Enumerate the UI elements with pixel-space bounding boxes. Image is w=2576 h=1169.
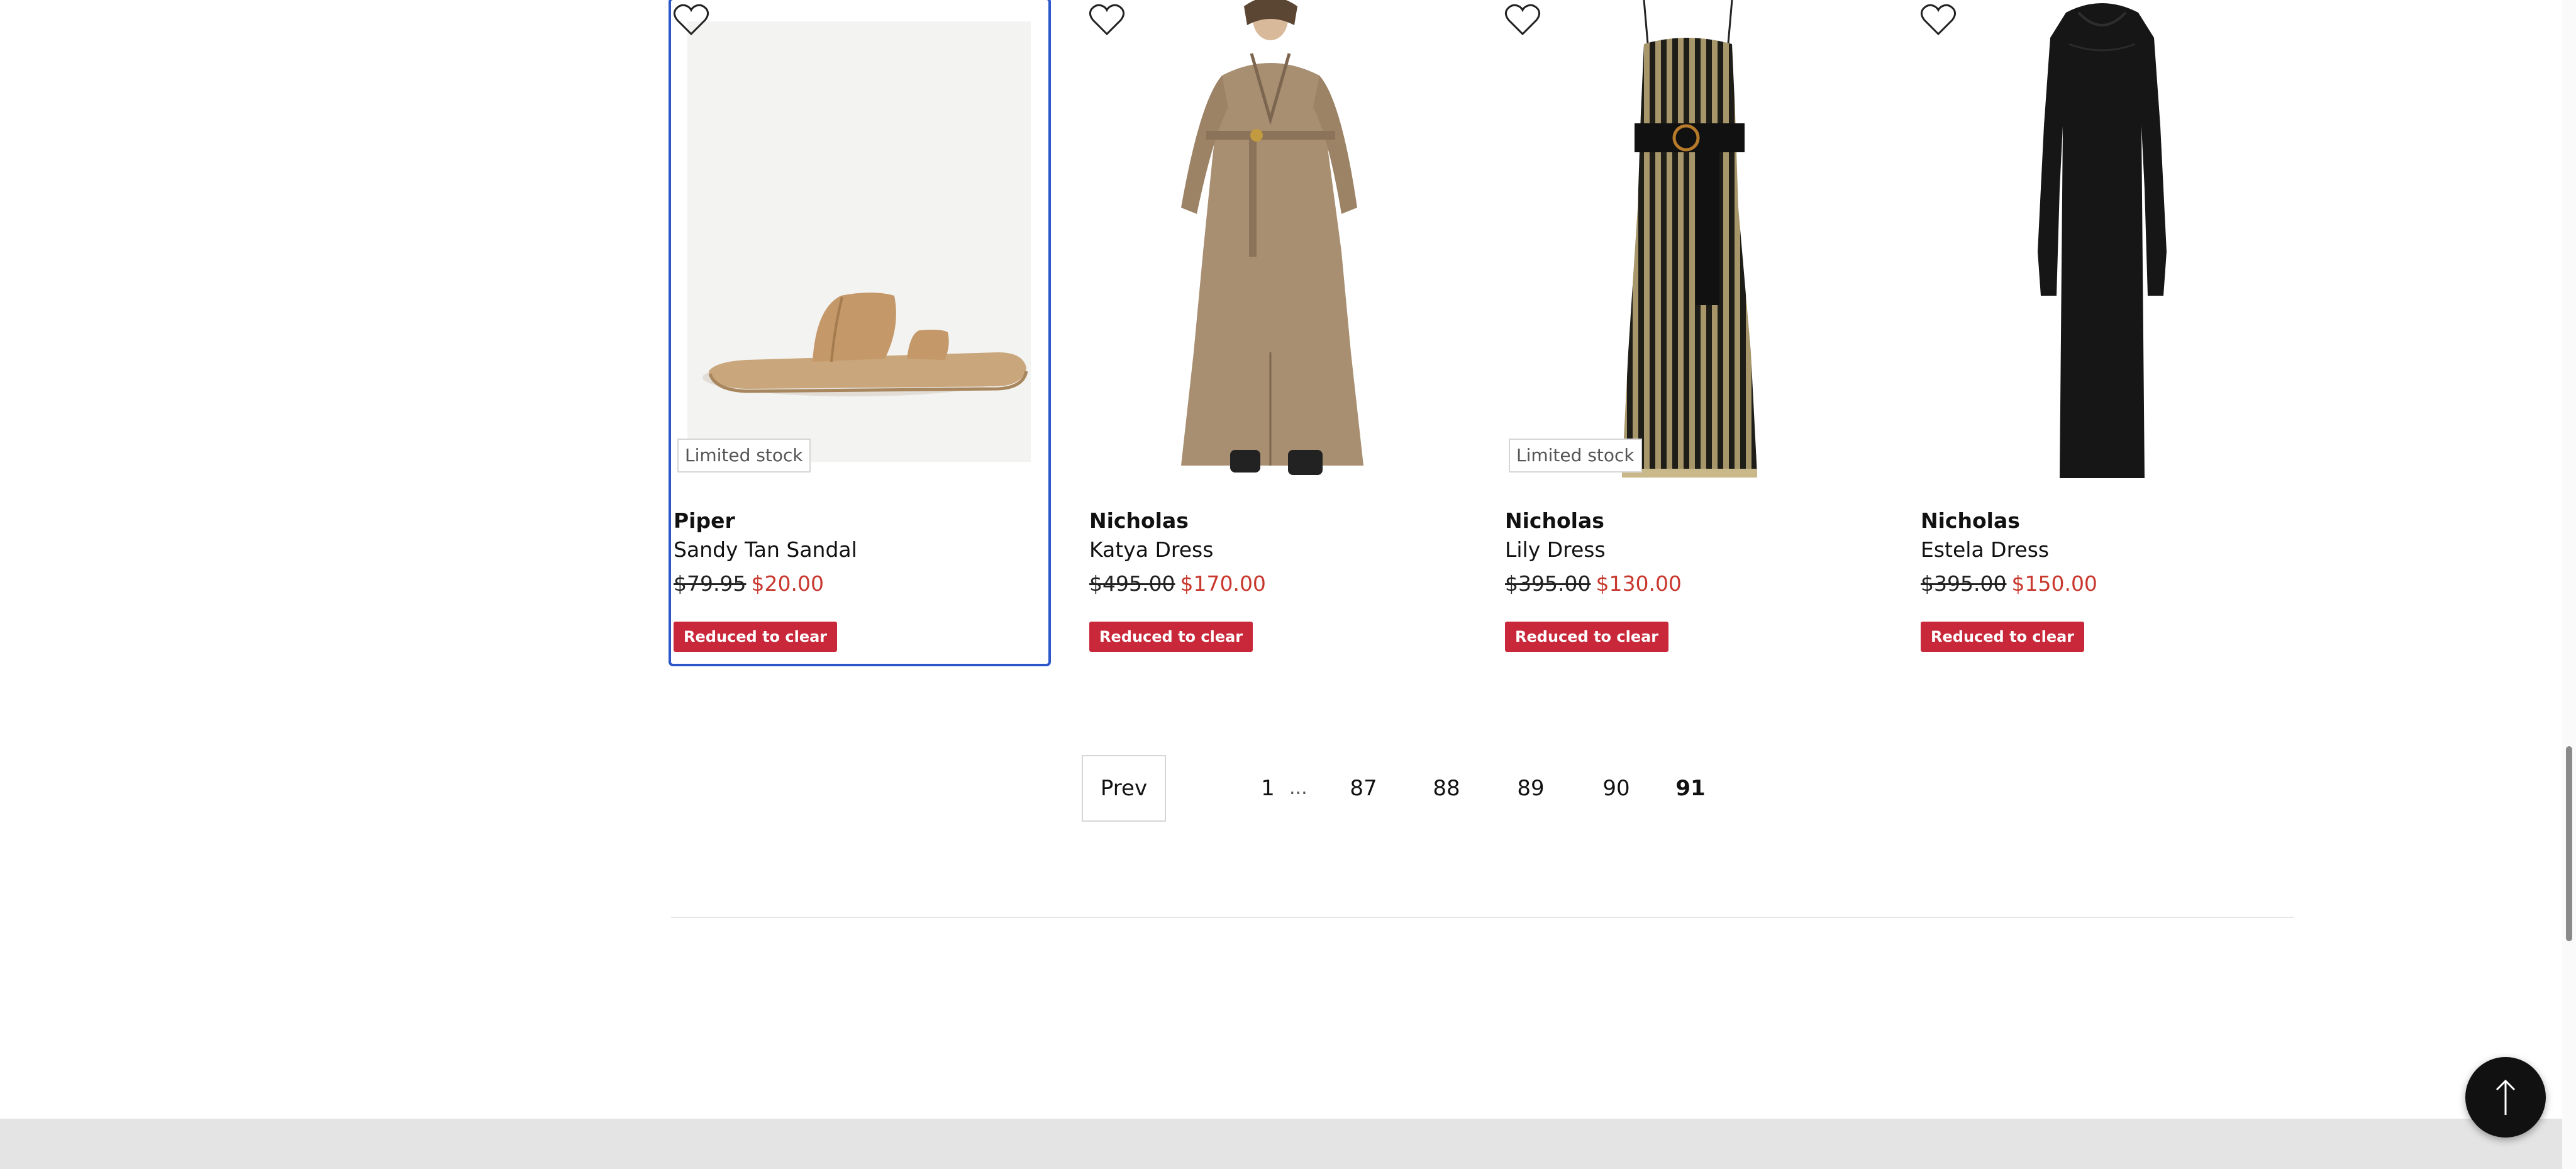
product-brand: Piper (674, 508, 735, 533)
product-name[interactable]: Lily Dress (1505, 537, 1606, 562)
footer (0, 1119, 2576, 1169)
product-brand: Nicholas (1921, 508, 2020, 533)
original-price: $395.00 (1921, 571, 2007, 596)
original-price: $395.00 (1505, 571, 1591, 596)
product-price: $79.95 $20.00 (674, 571, 824, 596)
heart-icon[interactable] (671, 0, 711, 40)
back-to-top-button[interactable] (2465, 1057, 2546, 1138)
limited-stock-badge: Limited stock (677, 439, 811, 473)
heart-icon[interactable] (1502, 0, 1543, 40)
product-card[interactable]: Nicholas Estela Dress $395.00 $150.00 Red… (1918, 0, 2296, 664)
product-image[interactable] (1918, 0, 2296, 483)
promo-badge: Reduced to clear (1089, 622, 1253, 652)
arrow-up-icon (2496, 1079, 2516, 1115)
sale-price: $20.00 (751, 571, 824, 596)
product-listing-page: Limited stock Piper Sandy Tan Sandal $79… (0, 0, 2576, 1169)
original-price: $79.95 (674, 571, 747, 596)
heart-icon[interactable] (1918, 0, 1958, 40)
promo-badge: Reduced to clear (1505, 622, 1669, 652)
scrollbar-thumb[interactable] (2566, 746, 2572, 941)
limited-stock-badge: Limited stock (1509, 439, 1642, 473)
promo-badge: Reduced to clear (1921, 622, 2085, 652)
product-card[interactable]: Limited stock Nicholas Lily Dress $395.0… (1502, 0, 1880, 664)
product-image[interactable] (1087, 0, 1464, 483)
product-brand: Nicholas (1505, 508, 1604, 533)
heart-icon[interactable] (1087, 0, 1127, 40)
product-grid: Limited stock Piper Sandy Tan Sandal $79… (669, 0, 2296, 667)
page-link[interactable]: 89 (1501, 755, 1561, 822)
page-link[interactable]: 88 (1416, 755, 1477, 822)
product-name[interactable]: Sandy Tan Sandal (674, 537, 857, 562)
product-card[interactable]: Nicholas Katya Dress $495.00 $170.00 Redu… (1087, 0, 1464, 664)
scrollbar[interactable] (2562, 0, 2576, 1169)
sale-price: $130.00 (1596, 571, 1682, 596)
product-brand: Nicholas (1089, 508, 1189, 533)
promo-badge: Reduced to clear (674, 622, 838, 652)
sale-price: $170.00 (1180, 571, 1266, 596)
product-card[interactable]: Limited stock Piper Sandy Tan Sandal $79… (669, 0, 1051, 666)
original-price: $495.00 (1089, 571, 1175, 596)
section-divider (671, 917, 2294, 918)
product-name[interactable]: Katya Dress (1089, 537, 1213, 562)
page-link-current[interactable]: 91 (1670, 755, 1711, 822)
product-name[interactable]: Estela Dress (1921, 537, 2049, 562)
product-price: $395.00 $150.00 (1921, 571, 2097, 596)
sale-price: $150.00 (2011, 571, 2097, 596)
page-link[interactable]: 87 (1333, 755, 1394, 822)
product-price: $395.00 $130.00 (1505, 571, 1682, 596)
prev-page-button[interactable]: Prev (1082, 755, 1166, 822)
pagination-ellipsis: ... (1289, 777, 1307, 799)
pagination: Prev 1 ... 87 88 89 90 91 (1082, 755, 1711, 823)
page-link-first[interactable]: 1 (1250, 755, 1285, 822)
product-price: $495.00 $170.00 (1089, 571, 1266, 596)
product-image[interactable]: Limited stock (671, 0, 1048, 483)
product-image[interactable]: Limited stock (1502, 0, 1880, 483)
page-link[interactable]: 90 (1586, 755, 1646, 822)
